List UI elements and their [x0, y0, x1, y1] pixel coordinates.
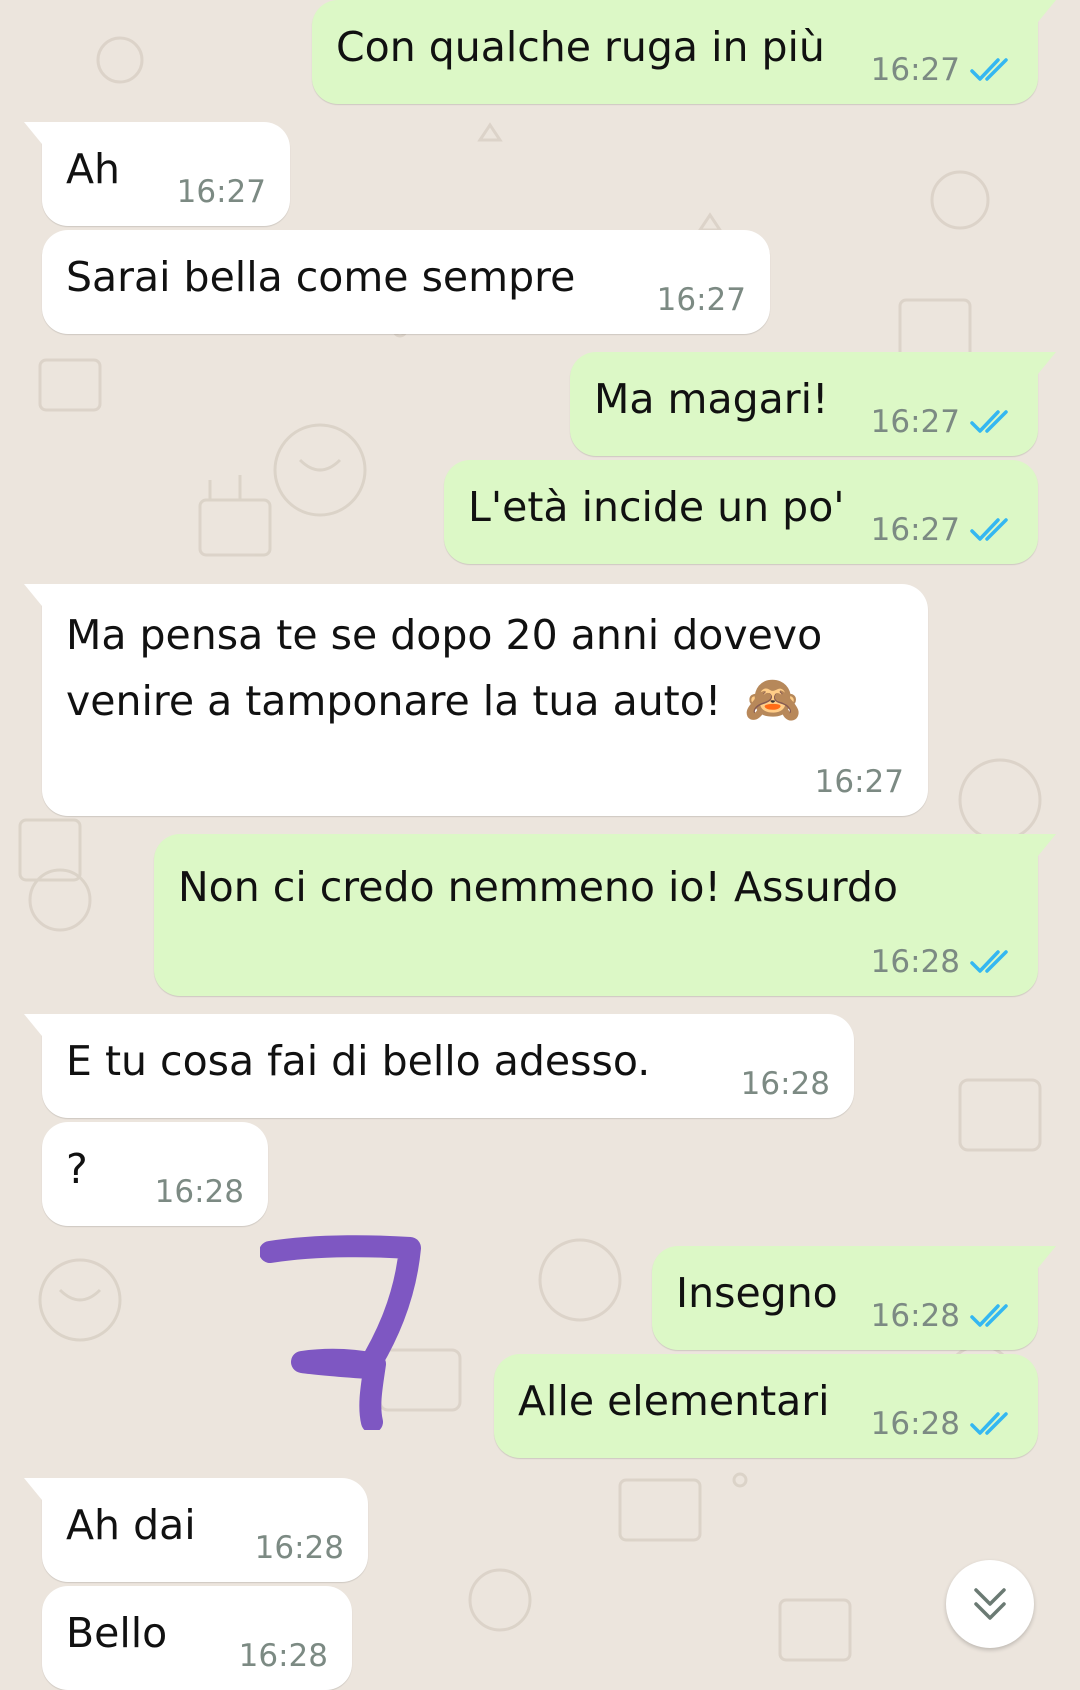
message-time: 16:27	[656, 282, 746, 318]
scroll-to-bottom-button[interactable]	[946, 1560, 1034, 1648]
message-time: 16:28	[238, 1638, 328, 1674]
message-text: Ma magari!	[594, 375, 829, 423]
double-check-icon	[970, 949, 1014, 975]
hand-drawn-annotation	[260, 1235, 421, 1430]
message-text: Con qualche ruga in più	[336, 23, 825, 71]
message-text: L'età incide un po'	[468, 483, 845, 531]
message-time: 16:28	[154, 1174, 244, 1210]
double-check-icon	[970, 1411, 1014, 1437]
message-bubble-outgoing[interactable]: Alle elementari 16:28	[494, 1354, 1038, 1458]
message-time: 16:27	[870, 512, 960, 548]
message-bubble-outgoing[interactable]: Non ci credo nemmeno io! Assurdo 16:28	[154, 834, 1056, 996]
message-time: 16:27	[814, 764, 904, 800]
message-bubble-incoming[interactable]: E tu cosa fai di bello adesso. 16:28	[24, 1014, 854, 1118]
message-bubble-incoming[interactable]: Ah 16:27	[24, 122, 290, 226]
message-bubble-outgoing[interactable]: Insegno 16:28	[652, 1246, 1056, 1350]
message-text: Alle elementari	[518, 1377, 830, 1425]
message-time: 16:28	[870, 1298, 960, 1334]
message-bubble-outgoing[interactable]: Con qualche ruga in più 16:27	[312, 0, 1056, 104]
message-bubble-incoming[interactable]: Ma pensa te se dopo 20 anni dovevo venir…	[24, 584, 928, 816]
message-time: 16:28	[870, 1406, 960, 1442]
message-time: 16:27	[176, 174, 266, 210]
message-bubble-incoming[interactable]: ? 16:28	[42, 1122, 268, 1226]
message-text: Bello	[66, 1609, 168, 1657]
message-bubble-outgoing[interactable]: L'età incide un po' 16:27	[444, 460, 1038, 564]
message-time: 16:28	[870, 944, 960, 980]
message-text: ?	[66, 1145, 88, 1193]
double-check-icon	[970, 517, 1014, 543]
see-no-evil-monkey-emoji: 🙈	[744, 672, 802, 726]
message-text-line-1: Ma pensa te se dopo 20 anni dovevo	[66, 611, 823, 659]
message-text: Insegno	[676, 1269, 838, 1317]
double-chevron-down-icon	[974, 1588, 1006, 1620]
message-time: 16:28	[254, 1530, 344, 1566]
message-time: 16:27	[870, 404, 960, 440]
message-time: 16:28	[740, 1066, 830, 1102]
double-check-icon	[970, 409, 1014, 435]
message-text: E tu cosa fai di bello adesso.	[66, 1037, 651, 1085]
message-bubble-incoming[interactable]: Sarai bella come sempre 16:27	[42, 230, 770, 334]
message-text: Sarai bella come sempre	[66, 253, 576, 301]
message-text: Ah dai	[66, 1501, 196, 1549]
message-text: Non ci credo nemmeno io! Assurdo	[178, 863, 898, 911]
message-text-line-2: venire a tamponare la tua auto! 🙈	[66, 668, 802, 732]
message-text: Ah	[66, 145, 121, 193]
message-bubble-incoming[interactable]: Bello 16:28	[42, 1586, 352, 1690]
message-bubble-outgoing[interactable]: Ma magari! 16:27	[570, 352, 1056, 456]
message-bubble-incoming[interactable]: Ah dai 16:28	[24, 1478, 368, 1582]
message-text-line-2-content: venire a tamponare la tua auto!	[66, 677, 722, 725]
double-check-icon	[970, 1303, 1014, 1329]
message-time: 16:27	[870, 52, 960, 88]
double-check-icon	[970, 57, 1014, 83]
